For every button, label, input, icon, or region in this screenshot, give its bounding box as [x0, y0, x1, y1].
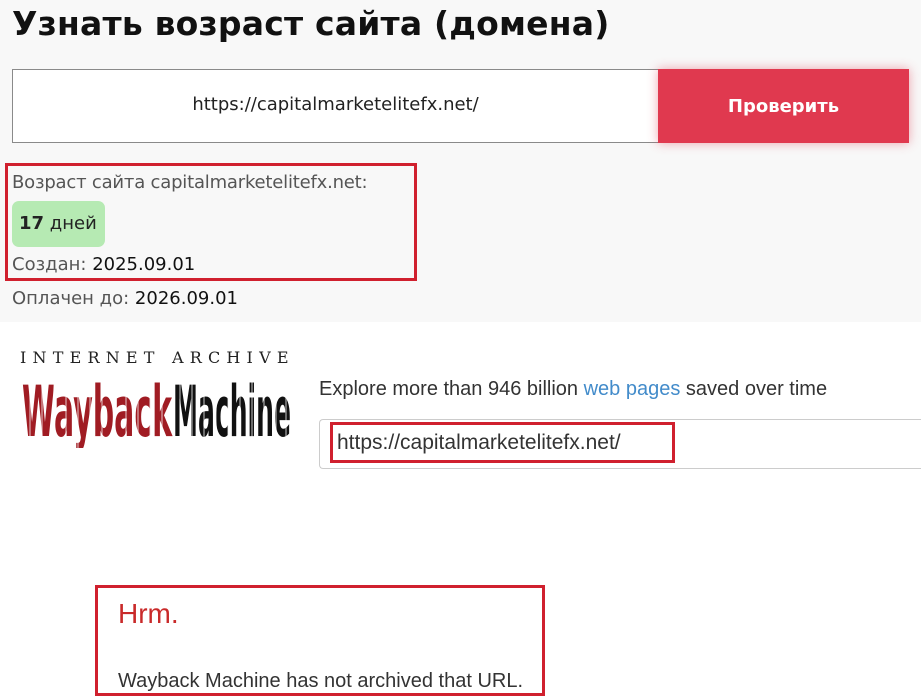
- error-message: Wayback Machine has not archived that UR…: [118, 670, 524, 692]
- wayback-tagline: Explore more than 946 billion web pages …: [319, 378, 827, 401]
- url-input[interactable]: [12, 69, 658, 143]
- created-label: Создан:: [12, 254, 93, 275]
- site-age-label: Возраст сайта capitalmarketelitefx.net:: [12, 172, 368, 193]
- url-highlight-box: [330, 422, 675, 463]
- paid-until-line: Оплачен до: 2026.09.01: [12, 288, 238, 309]
- error-title: Hrm.: [118, 598, 179, 629]
- internet-archive-logo-text: INTERNET ARCHIVE: [20, 348, 295, 367]
- age-badge: 17 дней: [12, 201, 105, 247]
- wayback-machine-logo[interactable]: Wayback Machine: [20, 374, 292, 448]
- created-date: 2025.09.01: [92, 254, 196, 275]
- page-title: Узнать возраст сайта (домена): [12, 4, 610, 43]
- tagline-suffix: saved over time: [680, 378, 828, 400]
- web-pages-link[interactable]: web pages: [584, 378, 681, 400]
- paid-until-date: 2026.09.01: [134, 288, 238, 309]
- age-number: 17: [19, 213, 45, 234]
- created-date-line: Создан: 2025.09.01: [12, 254, 195, 275]
- age-unit: дней: [44, 213, 97, 234]
- machine-logo-part: Machine: [173, 374, 291, 448]
- tagline-prefix: Explore more than 946 billion: [319, 378, 584, 400]
- paid-until-label: Оплачен до:: [12, 288, 135, 309]
- check-button[interactable]: Проверить: [658, 69, 909, 143]
